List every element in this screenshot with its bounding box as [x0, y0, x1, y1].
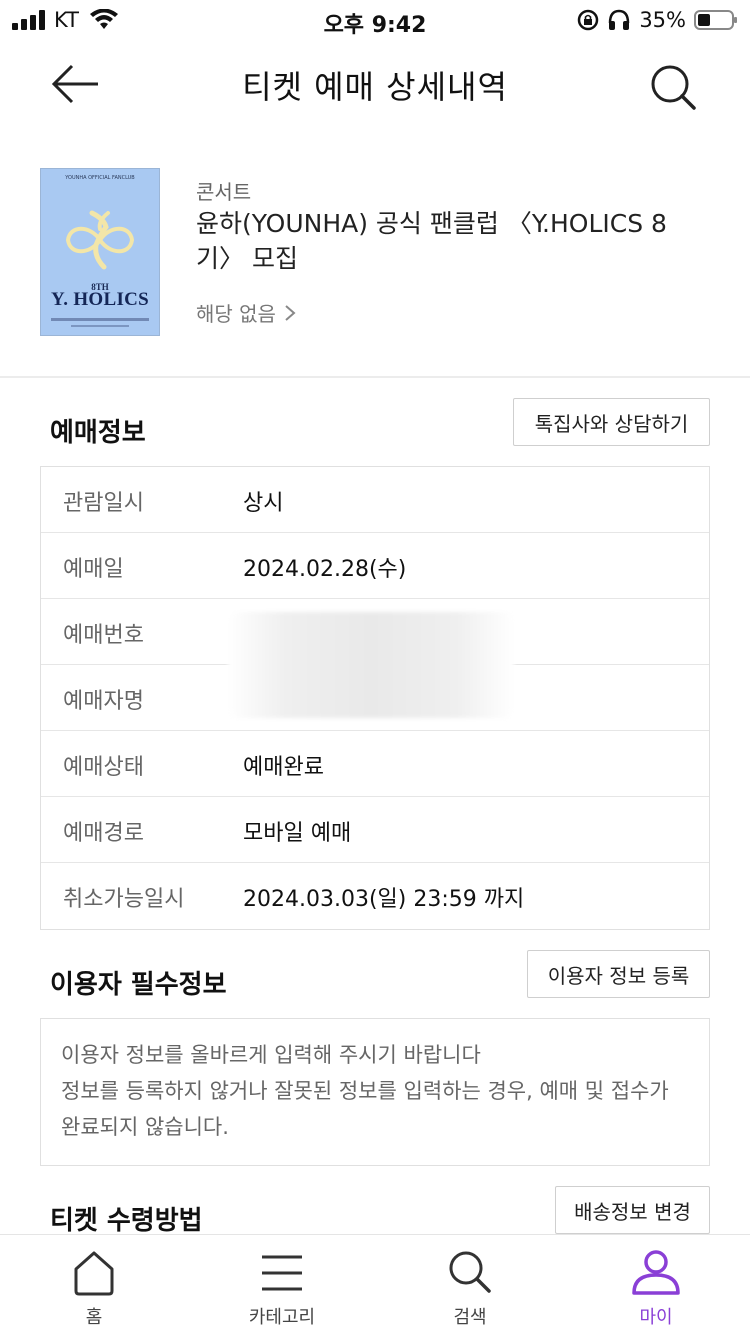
status-bar: KT 오후 9:42 35%: [0, 0, 750, 40]
search-button[interactable]: [644, 60, 704, 114]
register-user-info-button[interactable]: 이용자 정보 등록: [527, 950, 710, 998]
booking-info-title: 예매정보: [50, 418, 146, 448]
poster-main-text: Y. HOLICS: [50, 289, 150, 310]
page-title: 티켓 예매 상세내역: [242, 68, 508, 106]
search-icon: [449, 1251, 491, 1293]
row-label: 취소가능일시: [63, 887, 185, 912]
row-value: 상시: [243, 491, 284, 516]
search-icon: [651, 65, 696, 110]
poster-top-text: YOUNHA OFFICIAL FANCLUB: [65, 175, 135, 181]
row-label: 관람일시: [63, 491, 144, 516]
app-header: 티켓 예매 상세내역: [0, 40, 750, 128]
chevron-right-icon: [285, 304, 296, 321]
table-row: 예매일 2024.02.28(수): [41, 533, 709, 599]
row-label: 예매자명: [63, 689, 144, 714]
notice-text-1: 이용자 정보를 올바르게 입력해 주시기 바랍니다: [61, 1043, 481, 1067]
product-poster[interactable]: YOUNHA OFFICIAL FANCLUB 8TH Y. HOLICS: [40, 168, 160, 336]
change-delivery-button[interactable]: 배송정보 변경: [555, 1186, 710, 1234]
row-value: 2024.02.28(수): [243, 557, 407, 582]
tab-search[interactable]: 검색: [376, 1235, 564, 1334]
user-info-notice: 이용자 정보를 올바르게 입력해 주시기 바랍니다 정보를 등록하지 않거나 잘…: [40, 1018, 710, 1166]
row-label: 예매경로: [63, 821, 144, 846]
row-value: 모바일 예매: [243, 821, 352, 846]
row-label: 예매일: [63, 557, 124, 582]
menu-icon: [262, 1255, 302, 1291]
bottom-tab-bar: 홈 카테고리 검색 마이: [0, 1234, 750, 1334]
user-info-title: 이용자 필수정보: [50, 970, 227, 1000]
status-right: 35%: [577, 8, 738, 32]
poster-fine-print-2: [71, 325, 129, 327]
fanclub-logo-image: [65, 210, 135, 270]
tab-label-category: 카테고리: [248, 1307, 316, 1328]
table-row: 예매상태 예매완료: [41, 731, 709, 797]
rotation-lock-icon: [578, 9, 599, 31]
row-label: 예매상태: [63, 755, 144, 780]
row-value: 2024.03.03(일) 23:59 까지: [243, 887, 525, 912]
tab-label-my: 마이: [639, 1307, 673, 1328]
table-row: 취소가능일시 2024.03.03(일) 23:59 까지: [41, 863, 709, 929]
tab-label-search: 검색: [453, 1307, 487, 1328]
venue-link[interactable]: 해당 없음: [196, 298, 296, 327]
tab-my[interactable]: 마이: [562, 1235, 750, 1334]
notice-text-2: 정보를 등록하지 않거나 잘못된 정보를 입력하는 경우, 예매 및 접수가 완…: [61, 1079, 669, 1139]
row-label: 예매번호: [63, 623, 144, 648]
battery-icon: [694, 10, 737, 30]
product-title[interactable]: 윤하(YOUNHA) 공식 팬클럽 〈Y.HOLICS 8기〉 모집: [196, 206, 706, 276]
home-icon: [74, 1251, 114, 1296]
row-value: 예매완료: [243, 755, 324, 780]
consult-button[interactable]: 톡집사와 상담하기: [513, 398, 710, 446]
battery-percent: 35%: [639, 8, 686, 32]
product-category: 콘서트: [196, 180, 252, 204]
tab-label-home: 홈: [85, 1307, 103, 1328]
person-icon: [632, 1250, 680, 1295]
tab-home[interactable]: 홈: [0, 1235, 188, 1334]
venue-label: 해당 없음: [196, 302, 276, 326]
headphones-icon: [609, 9, 630, 30]
table-row: 관람일시 상시: [41, 467, 709, 533]
section-divider: [0, 376, 750, 378]
ticket-receive-title: 티켓 수령방법: [50, 1206, 203, 1236]
poster-fine-print: [51, 318, 149, 321]
tab-category[interactable]: 카테고리: [188, 1235, 376, 1334]
redaction-blur: [228, 612, 514, 718]
table-row: 예매경로 모바일 예매: [41, 797, 709, 863]
